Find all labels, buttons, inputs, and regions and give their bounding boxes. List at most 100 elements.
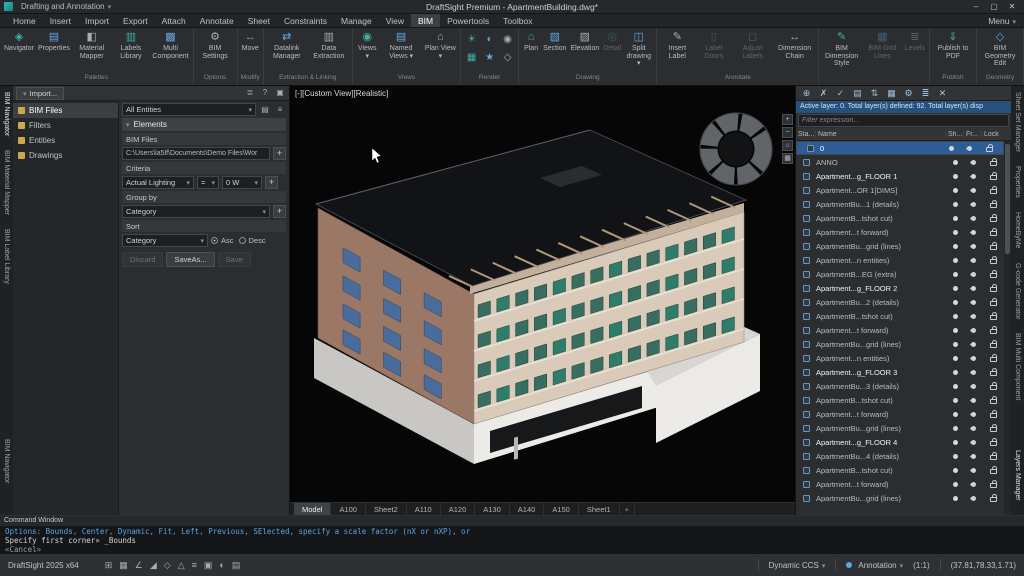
palette-tab-bim-label-library[interactable]: BIM Label Library [3, 229, 10, 284]
save-button[interactable]: Save [218, 252, 251, 267]
show-icon[interactable] [953, 496, 958, 501]
freeze-icon[interactable] [969, 496, 976, 501]
layer-row[interactable]: ApartmentBu...grid (lines) [796, 239, 1004, 253]
layer-row[interactable]: Apartment...g_FLOOR 1 [796, 169, 1004, 183]
sheet-tab-a150[interactable]: A150 [544, 503, 579, 515]
layer-row[interactable]: Apartment...n entities) [796, 253, 1004, 267]
freeze-icon[interactable] [969, 160, 976, 165]
lock-icon[interactable] [990, 203, 997, 208]
lock-icon[interactable] [990, 343, 997, 348]
quick-input-toggle-icon[interactable]: ▣ [204, 560, 213, 571]
ribbon-labels-library[interactable]: ▥Labels Library [112, 29, 151, 61]
tree-item-filters[interactable]: Filters [13, 118, 118, 133]
show-icon[interactable] [953, 216, 958, 221]
ribbon-bim-geometry-edit[interactable]: ◇BIM Geometry Edit [979, 29, 1021, 69]
criteria-value-select[interactable]: 0 W [222, 176, 262, 189]
layer-states-icon[interactable]: ▤ [851, 88, 864, 99]
lock-icon[interactable] [990, 315, 997, 320]
show-icon[interactable] [953, 356, 958, 361]
ribbon-detail[interactable]: ◎Detail [601, 29, 623, 54]
freeze-icon[interactable] [969, 314, 976, 319]
layer-options-icon[interactable]: ≣ [919, 88, 932, 99]
menu-dropdown[interactable]: Menu [980, 14, 1024, 27]
layers-scrollbar[interactable] [1004, 141, 1011, 515]
panel-options-icon[interactable] [244, 87, 256, 99]
scrollbar-thumb[interactable] [1005, 144, 1010, 254]
lock-icon[interactable] [990, 273, 997, 278]
ribbon-shadow[interactable]: ◐ [481, 32, 498, 48]
layer-row[interactable]: Apartment...t forward) [796, 323, 1004, 337]
menu-powertools[interactable]: Powertools [440, 14, 496, 27]
layer-row[interactable]: ANNO [796, 155, 1004, 169]
layer-row[interactable]: Apartment...t forward) [796, 407, 1004, 421]
menu-view[interactable]: View [379, 14, 411, 27]
lock-icon[interactable] [990, 497, 997, 502]
layers-col-sta[interactable]: Sta... [796, 131, 816, 138]
palette-tab-bim-navigator[interactable]: BIM Navigator [3, 439, 10, 483]
layers-col-lock[interactable]: Lock [982, 131, 1004, 138]
workspace-selector[interactable]: Drafting and Annotation [17, 2, 115, 11]
show-icon[interactable] [953, 370, 958, 375]
lock-icon[interactable] [990, 287, 997, 292]
palette-tab-properties[interactable]: Properties [1014, 166, 1021, 198]
palette-tab-bim-navigator[interactable]: BIM Navigator [3, 92, 10, 136]
layer-row[interactable]: Apartment...OR 1[DIMS] [796, 183, 1004, 197]
menu-bim[interactable]: BIM [411, 14, 440, 27]
ribbon-insert-label[interactable]: ✎Insert Label [659, 29, 695, 61]
ribbon-adjust-labels[interactable]: ◻Adjust Labels [732, 29, 773, 61]
model-viewport[interactable]: [-][Custom View][Realistic] [290, 86, 795, 515]
freeze-icon[interactable] [969, 412, 976, 417]
grid-toggle-icon[interactable]: ▦ [119, 560, 128, 571]
group-by-section-header[interactable]: Group by [122, 191, 286, 203]
add-file-button[interactable] [273, 147, 286, 160]
tree-item-entities[interactable]: Entities [13, 133, 118, 148]
lock-icon[interactable] [990, 371, 997, 376]
esnap-toggle-icon[interactable]: ◇ [164, 560, 171, 571]
lock-icon[interactable] [990, 455, 997, 460]
layer-filter-input[interactable] [798, 114, 1009, 127]
ribbon-datalink-manager[interactable]: ⇄Datalink Manager [266, 29, 308, 61]
ribbon-multi-component[interactable]: ▩Multi Component [150, 29, 190, 61]
freeze-icon[interactable] [969, 384, 976, 389]
show-icon[interactable] [953, 342, 958, 347]
menu-import[interactable]: Import [78, 14, 116, 27]
lock-icon[interactable] [986, 147, 993, 152]
freeze-icon[interactable] [969, 440, 976, 445]
lock-icon[interactable] [990, 483, 997, 488]
ribbon-publish-to-pdf[interactable]: ⇓Publish to PDF [932, 29, 974, 61]
lock-icon[interactable] [990, 441, 997, 446]
layer-row[interactable]: Apartment...g_FLOOR 3 [796, 365, 1004, 379]
layer-row[interactable]: Apartment...g_FLOOR 4 [796, 435, 1004, 449]
pin-icon[interactable] [274, 87, 286, 99]
sort-section-header[interactable]: Sort [122, 220, 286, 232]
ribbon-label-doors[interactable]: ▯Label Doors [695, 29, 732, 61]
freeze-icon[interactable] [969, 454, 976, 459]
ribbon-plan[interactable]: ⌂Plan [521, 29, 541, 54]
sort-asc-radio[interactable] [211, 237, 218, 244]
polar-toggle-icon[interactable]: ◢ [150, 560, 157, 571]
layer-row[interactable]: ApartmentBu...2 (details) [796, 295, 1004, 309]
configure-columns-icon[interactable] [274, 104, 286, 116]
freeze-icon[interactable] [969, 328, 976, 333]
snap-toggle-icon[interactable]: ⊞ [105, 560, 113, 571]
criteria-operator-select[interactable]: = [197, 176, 219, 189]
lock-icon[interactable] [990, 427, 997, 432]
sort-desc-radio[interactable] [239, 237, 246, 244]
criteria-field-select[interactable]: Actual Lighting [122, 176, 194, 189]
elements-section-header[interactable]: Elements [122, 118, 286, 131]
tree-item-drawings[interactable]: Drawings [13, 148, 118, 163]
ribbon-properties[interactable]: ▤Properties [36, 29, 72, 54]
menu-toolbox[interactable]: Toolbox [496, 14, 539, 27]
show-icon[interactable] [953, 314, 958, 319]
lock-icon[interactable] [990, 231, 997, 236]
etrack-toggle-icon[interactable]: △ [178, 560, 185, 571]
ortho-toggle-icon[interactable]: ∠ [135, 560, 143, 571]
show-icon[interactable] [953, 468, 958, 473]
menu-attach[interactable]: Attach [155, 14, 193, 27]
show-icon[interactable] [953, 174, 958, 179]
lineweight-toggle-icon[interactable]: ≡ [192, 560, 197, 571]
ribbon-bim-settings[interactable]: ⚙BIM Settings [196, 29, 235, 61]
freeze-icon[interactable] [969, 356, 976, 361]
menu-home[interactable]: Home [6, 14, 43, 27]
lock-icon[interactable] [990, 301, 997, 306]
